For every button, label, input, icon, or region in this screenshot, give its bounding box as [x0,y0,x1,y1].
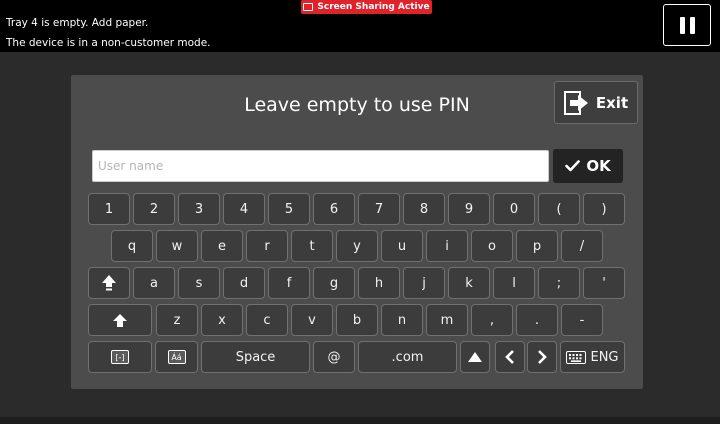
space-key[interactable]: Space [201,341,310,373]
pause-button[interactable] [663,4,711,46]
key-row4-7[interactable]: , [471,304,513,336]
key-row2-10[interactable]: / [561,230,603,262]
key-row4-9[interactable]: - [561,304,603,336]
key-row1-7[interactable]: 8 [403,193,445,225]
key-row3-6[interactable]: j [403,267,445,299]
key-row3-3[interactable]: f [268,267,310,299]
shift-lock-icon [102,275,116,291]
key-row4-4[interactable]: b [336,304,378,336]
tray-status-message: Tray 4 is empty. Add paper. [6,17,149,29]
key-row4-8[interactable]: . [516,304,558,336]
key-row4-2[interactable]: c [246,304,288,336]
key-row4-6[interactable]: m [426,304,468,336]
key-row2-2[interactable]: e [201,230,243,262]
exit-button[interactable]: Exit [554,81,638,124]
key-row3-9[interactable]: ; [538,267,580,299]
key-row2-7[interactable]: i [426,230,468,262]
at-key[interactable]: @ [313,341,355,373]
key-row3-1[interactable]: s [178,267,220,299]
shift-icon [113,313,127,327]
special-chars-icon: [-] [111,350,129,364]
dotcom-options-key[interactable] [460,341,490,373]
username-input[interactable] [92,150,549,182]
exit-label: Exit [595,93,629,112]
special-chars-key[interactable]: [-] [88,341,152,373]
key-row1-5[interactable]: 6 [313,193,355,225]
screen-sharing-label: Screen Sharing Active [317,2,430,12]
key-row1-4[interactable]: 5 [268,193,310,225]
exit-icon [563,90,588,115]
key-row2-9[interactable]: p [516,230,558,262]
key-row4-5[interactable]: n [381,304,423,336]
screen-sharing-badge: Screen Sharing Active [301,0,432,14]
accents-icon: Áá [167,350,186,364]
chevron-left-icon [505,350,514,364]
key-row4-0[interactable]: z [156,304,198,336]
chevron-right-icon [538,350,547,364]
cursor-right-key[interactable] [527,341,557,373]
key-row2-0[interactable]: q [111,230,153,262]
key-row1-0[interactable]: 1 [88,193,130,225]
key-row1-2[interactable]: 3 [178,193,220,225]
key-row1-8[interactable]: 9 [448,193,490,225]
key-row1-9[interactable]: 0 [493,193,535,225]
language-label: ENG [590,349,619,365]
key-row2-4[interactable]: t [291,230,333,262]
key-row2-1[interactable]: w [156,230,198,262]
key-row3-0[interactable]: a [133,267,175,299]
key-row2-3[interactable]: r [246,230,288,262]
device-screen: Tray 4 is empty. Add paper. The device i… [0,0,720,424]
key-row1-6[interactable]: 7 [358,193,400,225]
key-row3-2[interactable]: d [223,267,265,299]
keyboard-icon [566,350,587,364]
cursor-left-key[interactable] [495,341,525,373]
accents-key[interactable]: Áá [155,341,198,373]
ok-button[interactable]: OK [553,149,623,183]
pause-icon [679,16,685,34]
dotcom-key[interactable]: .com [358,341,457,373]
key-row2-5[interactable]: y [336,230,378,262]
key-row3-4[interactable]: g [313,267,355,299]
key-row2-8[interactable]: o [471,230,513,262]
triangle-up-icon [468,352,482,362]
status-bar: Tray 4 is empty. Add paper. The device i… [0,0,720,52]
key-row4-1[interactable]: x [201,304,243,336]
checkmark-icon [565,160,581,172]
key-row1-3[interactable]: 4 [223,193,265,225]
ok-label: OK [586,157,611,175]
key-row4-3[interactable]: v [291,304,333,336]
screen-share-icon [303,3,314,11]
bottom-bar [0,417,720,424]
key-row3-10[interactable]: ' [583,267,625,299]
caps-lock-key[interactable] [88,267,130,299]
key-row3-5[interactable]: h [358,267,400,299]
key-row2-6[interactable]: u [381,230,423,262]
key-row3-7[interactable]: k [448,267,490,299]
key-row1-10[interactable]: ( [538,193,580,225]
key-row3-8[interactable]: l [493,267,535,299]
shift-key[interactable] [88,304,152,336]
login-panel: Leave empty to use PIN Exit OK [-] Áá [71,75,643,389]
device-mode-message: The device is in a non-customer mode. [6,37,211,49]
key-row1-11[interactable]: ) [583,193,625,225]
key-row1-1[interactable]: 2 [133,193,175,225]
language-key[interactable]: ENG [560,341,625,373]
